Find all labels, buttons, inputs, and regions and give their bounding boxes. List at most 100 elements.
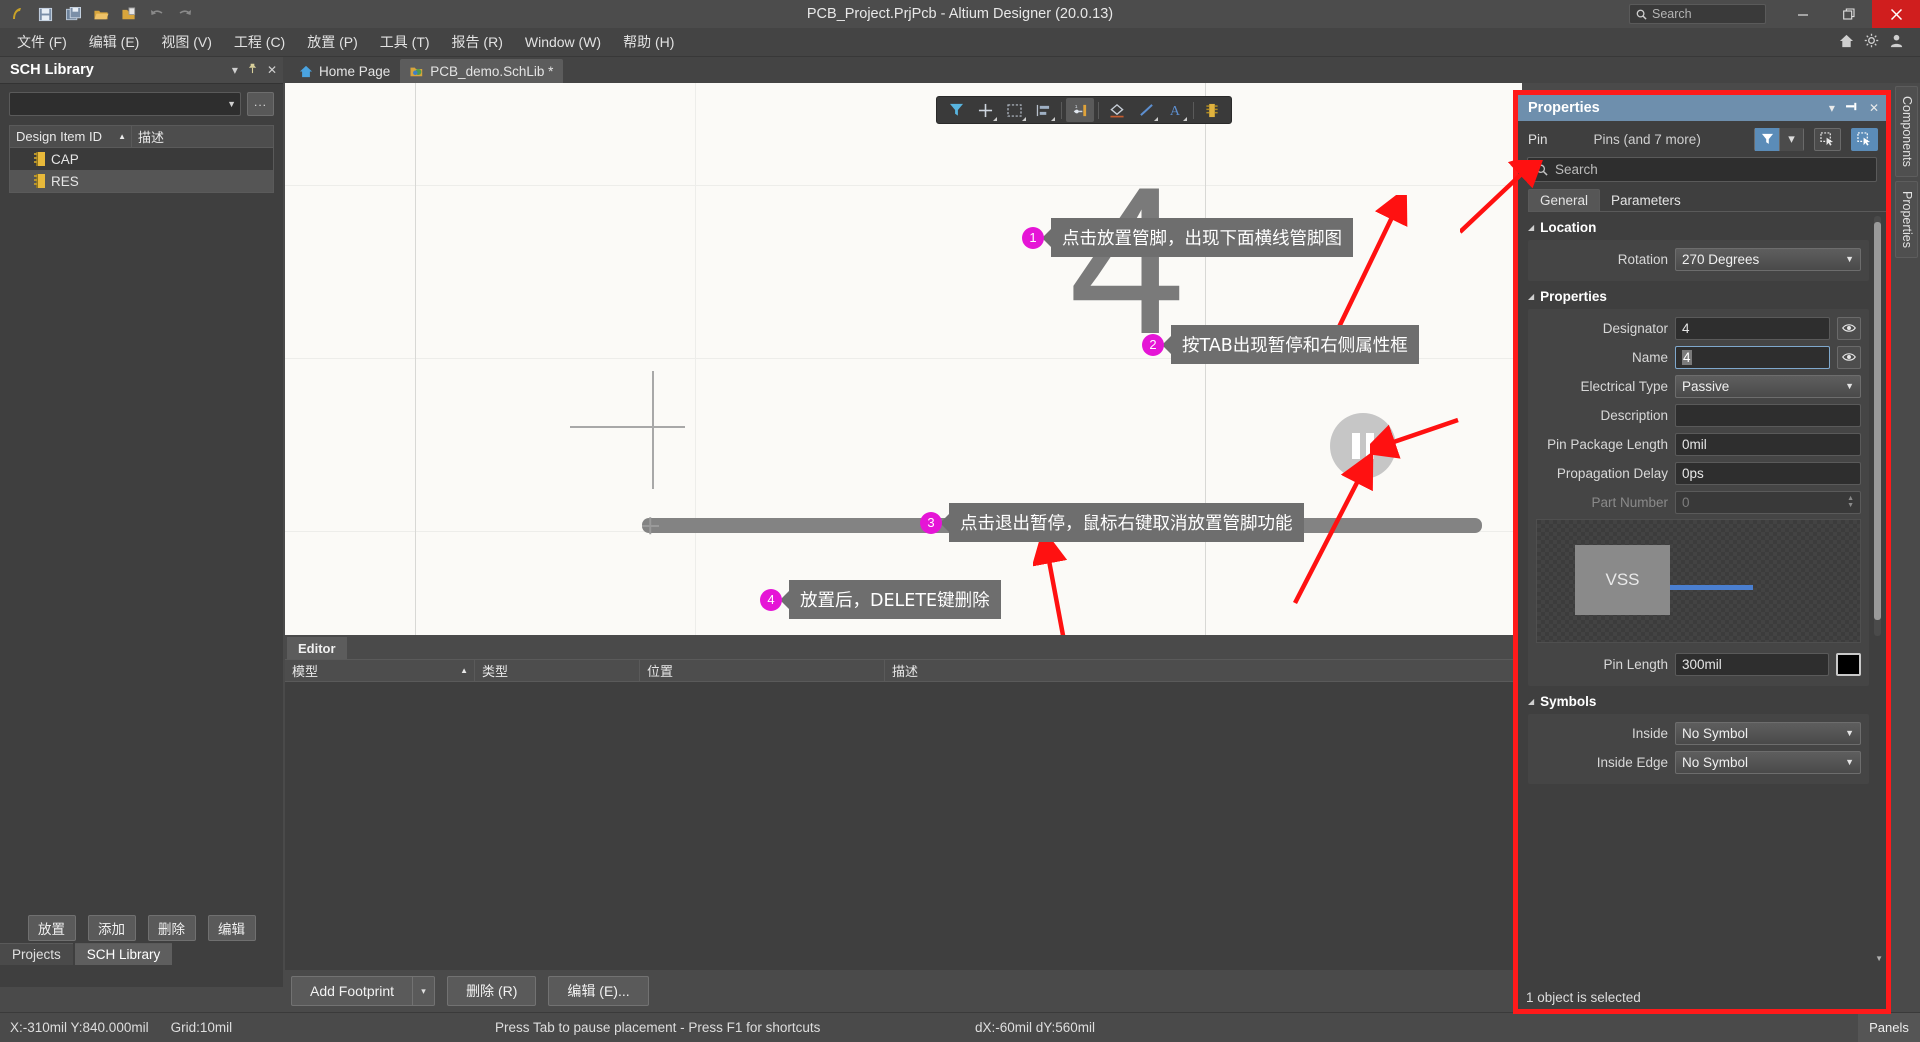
altium-logo-icon[interactable] — [4, 2, 30, 26]
properties-scrollbar[interactable] — [1874, 216, 1881, 636]
user-icon[interactable] — [1889, 33, 1904, 51]
close-button[interactable] — [1872, 0, 1920, 28]
name-input[interactable]: 4 — [1675, 345, 1830, 369]
text-icon[interactable]: A — [1161, 98, 1189, 122]
rotation-select[interactable]: 270 Degrees ▼ — [1675, 247, 1861, 271]
align-icon[interactable] — [1029, 98, 1057, 122]
save-icon[interactable] — [32, 2, 58, 26]
vtab-components[interactable]: Components — [1895, 86, 1918, 177]
select-similar-icon[interactable] — [1814, 127, 1841, 151]
menu-view[interactable]: 视图 (V) — [150, 28, 223, 56]
filter-icon[interactable] — [942, 98, 970, 122]
section-symbols-header[interactable]: ◢ Symbols — [1518, 686, 1886, 714]
add-footprint-button[interactable]: Add Footprint — [291, 976, 414, 1006]
designator-visibility-toggle[interactable] — [1837, 316, 1861, 340]
tab-home-page[interactable]: Home Page — [289, 59, 400, 83]
column-design-item-id[interactable]: Design Item ID — [16, 129, 102, 144]
column-model[interactable]: 模型 — [292, 661, 318, 680]
tab-home-page-label: Home Page — [319, 63, 391, 79]
tab-pcb-demo-schlib[interactable]: PCB_demo.SchLib * — [400, 59, 564, 83]
pin-icon[interactable] — [247, 63, 258, 77]
table-row[interactable]: CAP — [10, 148, 273, 170]
inside-edge-symbol-select[interactable]: No Symbol ▼ — [1675, 750, 1861, 774]
column-type[interactable]: 类型 — [475, 660, 640, 681]
close-icon[interactable]: ✕ — [1869, 101, 1879, 115]
section-properties-header[interactable]: ◢ Properties — [1518, 281, 1886, 309]
designator-input[interactable]: 4 — [1675, 316, 1830, 340]
callout-arrow-1 — [1336, 195, 1408, 328]
tab-editor[interactable]: Editor — [287, 637, 347, 659]
minimize-button[interactable] — [1780, 0, 1826, 28]
component-icon[interactable] — [1198, 98, 1226, 122]
menu-reports[interactable]: 报告 (R) — [441, 28, 514, 56]
edit-button[interactable]: 编辑 — [207, 915, 256, 941]
electrical-type-label: Electrical Type — [1580, 378, 1668, 394]
panels-button[interactable]: Panels — [1858, 1012, 1920, 1042]
delete-button[interactable]: 删除 — [147, 915, 196, 941]
rectangle-select-icon[interactable] — [1000, 98, 1028, 122]
menu-place[interactable]: 放置 (P) — [296, 28, 369, 56]
global-search-input[interactable]: Search — [1629, 4, 1766, 24]
open-project-icon[interactable] — [116, 2, 142, 26]
crosshair-place-icon[interactable] — [971, 98, 999, 122]
pin-length-input[interactable]: 300mil — [1675, 652, 1829, 676]
properties-scroll-area[interactable]: ◢ Location Rotation 270 Degrees ▼ ◢ Prop… — [1518, 212, 1886, 985]
restore-button[interactable] — [1826, 0, 1872, 28]
object-selection-label: Pins (and 7 more) — [1593, 131, 1701, 147]
global-search-placeholder: Search — [1652, 7, 1692, 21]
save-all-icon[interactable] — [60, 2, 86, 26]
tab-projects[interactable]: Projects — [0, 943, 73, 965]
column-description[interactable]: 描述 — [132, 127, 164, 146]
model-table-body[interactable] — [285, 682, 1522, 950]
delete-footprint-button[interactable]: 删除 (R) — [447, 976, 537, 1006]
name-visibility-toggle[interactable] — [1837, 345, 1861, 369]
chevron-down-icon[interactable]: ▾ — [1829, 101, 1835, 115]
column-location[interactable]: 位置 — [640, 660, 885, 681]
place-button[interactable]: 放置 — [27, 915, 76, 941]
section-location-header[interactable]: ◢ Location — [1518, 212, 1886, 240]
library-select[interactable]: ▼ — [9, 92, 241, 116]
home-icon[interactable] — [1839, 34, 1854, 51]
part-number-stepper: ▲ ▼ — [1847, 494, 1854, 509]
scroll-down-arrow-icon[interactable]: ▼ — [1875, 954, 1883, 963]
line-icon[interactable] — [1132, 98, 1160, 122]
properties-search-input[interactable]: Search — [1527, 157, 1877, 182]
preview-pin-line — [1670, 585, 1753, 590]
column-description[interactable]: 描述 — [885, 660, 1522, 681]
menu-project[interactable]: 工程 (C) — [223, 28, 296, 56]
tab-parameters[interactable]: Parameters — [1600, 189, 1692, 211]
menu-tools[interactable]: 工具 (T) — [369, 28, 441, 56]
filter-dropdown-caret[interactable]: ▾ — [1779, 127, 1803, 151]
chevron-down-icon[interactable]: ▾ — [232, 63, 238, 77]
open-folder-icon[interactable] — [88, 2, 114, 26]
table-row[interactable]: RES — [10, 170, 273, 192]
collapse-triangle-icon: ◢ — [1528, 292, 1535, 301]
properties-scrollbar-thumb[interactable] — [1874, 222, 1881, 620]
pin-package-length-input[interactable]: 0mil — [1675, 432, 1861, 456]
filter-icon[interactable] — [1755, 127, 1779, 151]
place-pin-icon[interactable]: 1 — [1066, 98, 1094, 122]
selection-mode-icon[interactable] — [1851, 127, 1878, 151]
propagation-delay-input[interactable]: 0ps — [1675, 461, 1861, 485]
menu-edit[interactable]: 编辑 (E) — [78, 28, 151, 56]
description-input[interactable] — [1675, 403, 1861, 427]
menu-file[interactable]: 文件 (F) — [6, 28, 78, 56]
gear-icon[interactable] — [1864, 33, 1879, 51]
menu-window[interactable]: Window (W) — [514, 30, 612, 54]
edit-footprint-button[interactable]: 编辑 (E)... — [548, 976, 649, 1006]
tab-general[interactable]: General — [1528, 189, 1601, 211]
inside-symbol-select[interactable]: No Symbol ▼ — [1675, 721, 1861, 745]
chevron-down-icon: ▼ — [1845, 757, 1854, 767]
add-footprint-dropdown[interactable]: ▾ — [413, 976, 436, 1006]
polygon-icon[interactable] — [1103, 98, 1131, 122]
library-browse-button[interactable]: ... — [247, 92, 274, 116]
pin-icon[interactable] — [1845, 101, 1858, 115]
electrical-type-select[interactable]: Passive ▼ — [1675, 374, 1861, 398]
pause-placement-button[interactable] — [1330, 413, 1396, 479]
menu-help[interactable]: 帮助 (H) — [612, 28, 685, 56]
vtab-properties[interactable]: Properties — [1895, 180, 1918, 258]
add-button[interactable]: 添加 — [87, 915, 136, 941]
tab-sch-library[interactable]: SCH Library — [74, 943, 173, 965]
pin-color-swatch[interactable] — [1836, 652, 1861, 676]
close-icon[interactable]: ✕ — [267, 63, 277, 77]
